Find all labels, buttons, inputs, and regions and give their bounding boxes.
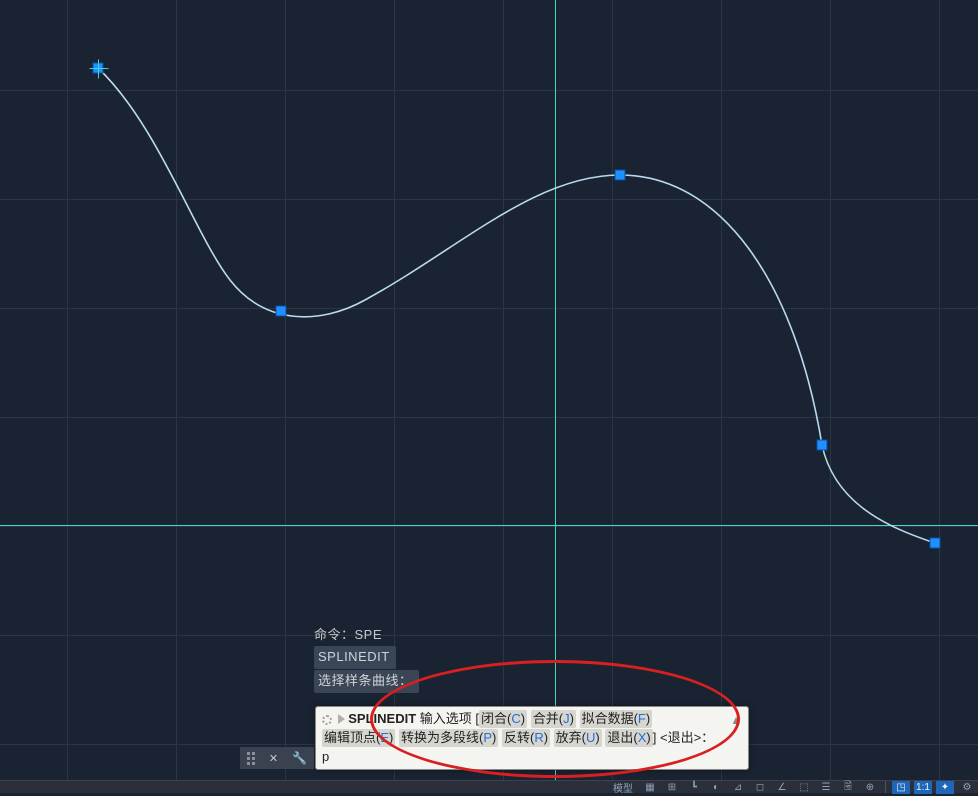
status-ortho-button[interactable]: ┗ [685, 781, 703, 794]
drawing-canvas[interactable] [0, 0, 978, 793]
history-line: 选择样条曲线： [314, 670, 419, 693]
spline-grip[interactable] [615, 170, 626, 181]
status-snap-button[interactable]: ⊞ [663, 781, 681, 794]
command-user-input[interactable]: p [322, 749, 330, 764]
history-prefix: 命令： [314, 627, 355, 642]
command-history: 命令：SPE SPLINEDIT 选择样条曲线： [314, 625, 419, 694]
command-option[interactable]: 放弃(U) [554, 729, 602, 747]
status-bar: 模型 ▦ ⊞ ┗ ◐ ⊿ ◻ ∠ ⬚ ☰ 🗟 ⊕ ◳ 1:1 ✦ ⚙ [0, 780, 978, 793]
command-option[interactable]: 反转(R) [502, 729, 550, 747]
command-default: <退出>： [660, 730, 714, 745]
command-option[interactable]: 转换为多段线(P) [399, 729, 498, 747]
chevron-up-icon[interactable]: ▲ [730, 711, 742, 729]
spline-grip[interactable] [93, 63, 104, 74]
status-lwt-button[interactable]: ☰ [817, 781, 835, 794]
spline-curve[interactable] [0, 0, 978, 793]
status-tpy-button[interactable]: 🗟 [839, 781, 857, 794]
command-option[interactable]: 拟合数据(F) [580, 710, 653, 728]
status-osnap-button[interactable]: ◻ [751, 781, 769, 794]
command-prompt-text: 输入选项 [420, 711, 472, 726]
status-iso-button[interactable]: ⊿ [729, 781, 747, 794]
status-angle-button[interactable]: ∠ [773, 781, 791, 794]
drag-grip-icon[interactable] [247, 752, 255, 765]
command-line[interactable]: SPLINEDIT 输入选项 [闭合(C) 合并(J) 拟合数据(F) 编辑顶点… [315, 706, 749, 770]
command-option[interactable]: 编辑顶点(E) [322, 729, 395, 747]
play-icon [338, 714, 345, 724]
spline-grip[interactable] [276, 306, 287, 317]
history-cmd: SPE [355, 627, 383, 642]
history-line: SPLINEDIT [314, 646, 419, 669]
spline-grip[interactable] [930, 538, 941, 549]
status-ratio: 1:1 [916, 782, 930, 793]
close-icon[interactable]: ✕ [269, 752, 278, 765]
status-dyn-button[interactable]: ⊕ [861, 781, 879, 794]
history-prompt: 选择样条曲线： [314, 670, 419, 693]
status-grid-button[interactable]: ▦ [641, 781, 659, 794]
status-wrench-button[interactable]: ✦ [936, 781, 954, 794]
status-selection-button[interactable]: ◳ [892, 781, 910, 794]
status-annoscale-button[interactable]: 1:1 [914, 781, 932, 794]
spline-grip[interactable] [817, 440, 828, 451]
history-cmd-expanded: SPLINEDIT [314, 646, 396, 669]
bracket-close: ] [653, 730, 657, 745]
command-option[interactable]: 退出(X) [605, 729, 652, 747]
history-line: 命令：SPE [314, 625, 419, 645]
command-option[interactable]: 闭合(C) [479, 710, 527, 728]
customize-icon[interactable]: 🔧 [292, 751, 307, 765]
command-option[interactable]: 合并(J) [531, 710, 576, 728]
command-name: SPLINEDIT [348, 711, 416, 726]
gear-icon [322, 715, 332, 725]
status-3dosnap-button[interactable]: ⬚ [795, 781, 813, 794]
status-model-button[interactable]: 模型 [609, 781, 637, 794]
status-polar-button[interactable]: ◐ [707, 781, 725, 794]
status-gear-button[interactable]: ⚙ [958, 781, 976, 794]
separator [885, 781, 886, 793]
command-line-handle[interactable]: ✕ 🔧 [240, 747, 314, 769]
